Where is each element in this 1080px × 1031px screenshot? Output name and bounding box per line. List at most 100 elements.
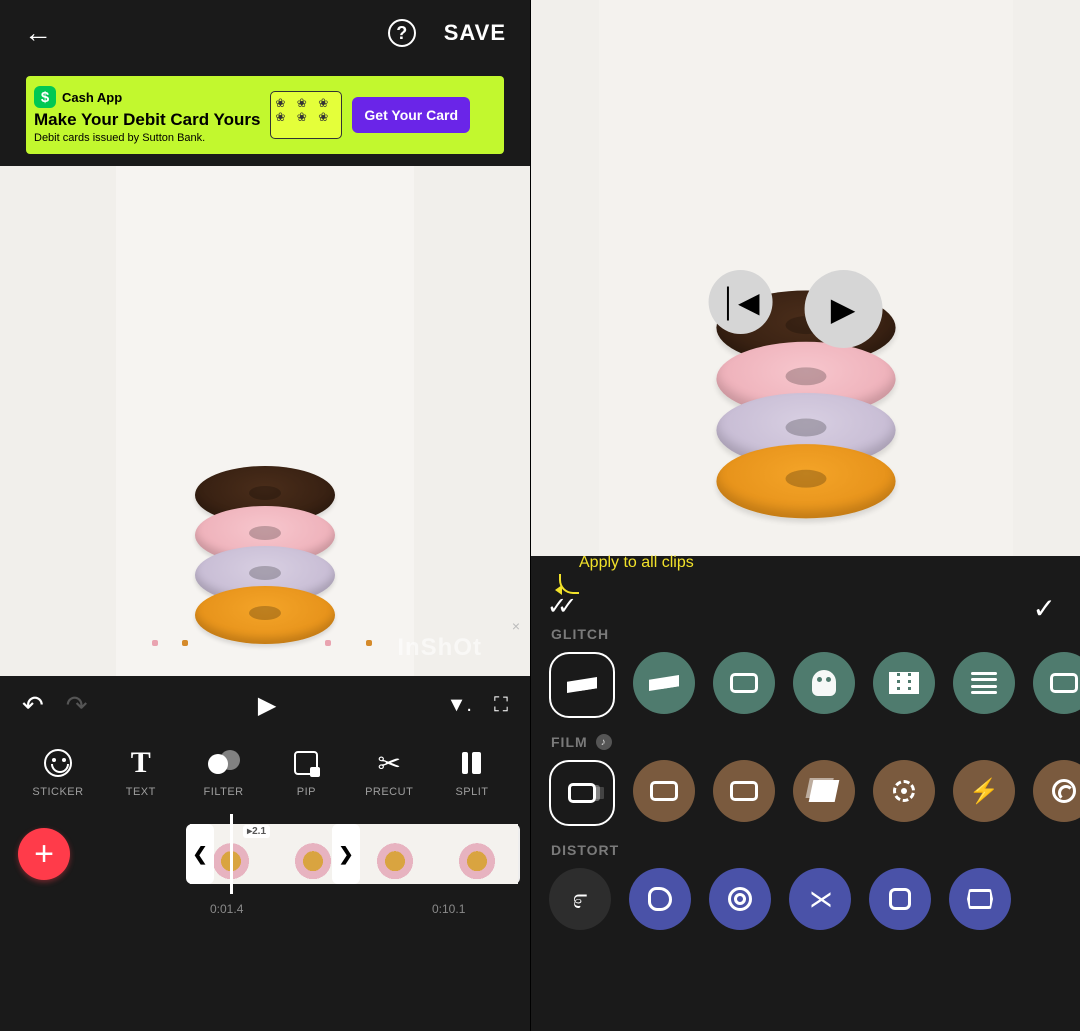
effect-preview[interactable]: │◀ ▶ [531, 0, 1080, 556]
hourglass-icon: Ⅹ [805, 890, 836, 908]
effect-distort-hourglass[interactable]: Ⅹ [789, 868, 851, 930]
ad-brand: $ Cash App [34, 86, 260, 108]
undo-icon[interactable]: ↶ [22, 690, 44, 721]
film-icon [730, 781, 758, 801]
tip-arrow-icon [559, 574, 579, 594]
skip-previous-icon[interactable]: │◀ [708, 270, 772, 334]
glitch-icon [567, 677, 597, 693]
tool-pip[interactable]: PIP [268, 748, 344, 798]
video-preview[interactable]: × InShOt [0, 166, 530, 676]
brick-icon [889, 672, 919, 694]
target-icon [893, 780, 915, 802]
glitch-icon [1050, 673, 1078, 693]
glitch-icon [730, 673, 758, 693]
precut-icon: ✂ [377, 747, 400, 780]
effect-film-frame-3[interactable] [713, 760, 775, 822]
header: ← ? SAVE [0, 0, 530, 66]
ad-subtitle: Debit cards issued by Sutton Bank. [34, 132, 260, 144]
preview-overlay-controls: │◀ ▶ [708, 270, 882, 348]
clip-thumbnail[interactable] [354, 824, 436, 884]
effect-distort-pincushion[interactable] [949, 868, 1011, 930]
effect-glitch-shift[interactable] [633, 652, 695, 714]
effect-distort-lines[interactable] [709, 868, 771, 930]
effect-glitch-ghost[interactable] [793, 652, 855, 714]
tool-split[interactable]: SPLIT [434, 748, 510, 798]
effects-row-distort: ೯ Ⅹ [549, 868, 1062, 936]
lens-icon [1052, 779, 1076, 803]
plus-icon: + [34, 837, 54, 871]
ring-icon [728, 887, 752, 911]
ad-cta-button[interactable]: Get Your Card [352, 97, 470, 133]
blob-icon [648, 887, 672, 911]
preview-controls: ↶ ↷ ▶ ▼. ⛶ [0, 676, 530, 734]
effect-distort-hex[interactable] [869, 868, 931, 930]
clip-thumbnail[interactable] [436, 824, 518, 884]
film-icon [568, 783, 596, 803]
effect-glitch-blur[interactable] [953, 652, 1015, 714]
music-icon: ♪ [596, 734, 612, 750]
help-icon[interactable]: ? [388, 19, 416, 47]
save-button[interactable]: SAVE [444, 20, 506, 46]
category-label-glitch: GLITCH [551, 626, 1062, 642]
effect-distort-swirl[interactable]: ೯ [549, 868, 611, 930]
bolt-icon: ⚡ [969, 777, 999, 806]
tools-row: STICKER T TEXT FILTER PIP ✂ PRECUT SPLIT [0, 734, 530, 804]
apply-all-button[interactable]: ✓✓ [547, 592, 567, 621]
tool-sticker[interactable]: STICKER [20, 748, 96, 798]
timeline[interactable]: + ▸2.1 ❮ ❯ 0:01.4 0:10.1 [0, 804, 530, 1031]
trim-handle-right[interactable]: ❯ [332, 824, 360, 884]
ad-brand-text: Cash App [62, 90, 122, 105]
effects-panel: │◀ ▶ Apply to all clips ✓✓ ✓ GLITCH FILM… [530, 0, 1080, 1031]
keyframe-icon[interactable]: ▼. [447, 694, 472, 717]
timeline-track[interactable]: ▸2.1 ❮ ❯ [190, 824, 520, 884]
trim-handle-left[interactable]: ❮ [186, 824, 214, 884]
pip-icon [294, 751, 318, 775]
effect-glitch-edge[interactable] [1033, 652, 1080, 714]
glitch-icon [649, 675, 679, 691]
tool-precut[interactable]: ✂ PRECUT [351, 748, 427, 798]
effect-film-lens[interactable] [1033, 760, 1080, 822]
effect-glitch-split[interactable] [713, 652, 775, 714]
play-icon[interactable]: ▶ [804, 270, 882, 348]
effect-glitch-noise[interactable] [549, 652, 615, 718]
ad-title: Make Your Debit Card Yours [34, 110, 260, 130]
effect-film-target[interactable] [873, 760, 935, 822]
effect-film-flash[interactable]: ⚡ [953, 760, 1015, 822]
ghost-icon [812, 670, 836, 696]
preview-crumbs [116, 640, 414, 658]
effect-film-pages[interactable] [793, 760, 855, 822]
play-icon[interactable]: ▶ [258, 691, 276, 720]
time-label: 0:10.1 [432, 902, 465, 916]
pages-icon [809, 780, 840, 802]
tool-label: TEXT [126, 786, 156, 798]
hex-icon [889, 888, 911, 910]
add-clip-button[interactable]: + [18, 828, 70, 880]
close-watermark-icon[interactable]: × [512, 618, 520, 634]
ad-card-art [270, 91, 342, 139]
tool-label: SPLIT [455, 786, 488, 798]
effect-glitch-brick[interactable] [873, 652, 935, 714]
effect-distort-blob[interactable] [629, 868, 691, 930]
filter-icon [208, 750, 240, 776]
tool-text[interactable]: T TEXT [103, 748, 179, 798]
tool-filter[interactable]: FILTER [186, 748, 262, 798]
sticker-icon [44, 749, 72, 777]
ad-banner[interactable]: $ Cash App Make Your Debit Card Yours De… [26, 76, 504, 154]
effect-film-frame[interactable] [549, 760, 615, 826]
apply-all-tip: Apply to all clips [579, 554, 694, 572]
playhead[interactable] [230, 814, 233, 894]
confirm-button[interactable]: ✓ [1033, 592, 1056, 625]
tool-label: PRECUT [365, 786, 413, 798]
ad-logo-icon: $ [34, 86, 56, 108]
redo-icon: ↷ [66, 690, 88, 721]
film-icon [650, 781, 678, 801]
time-label: 0:01.4 [210, 902, 243, 916]
effect-film-frame-2[interactable] [633, 760, 695, 822]
tool-label: STICKER [32, 786, 83, 798]
split-icon [462, 752, 481, 774]
watermark-text: InShOt [397, 634, 482, 662]
tip-row: Apply to all clips ✓✓ ✓ [531, 556, 1080, 616]
fullscreen-icon[interactable]: ⛶ [494, 694, 508, 717]
header-actions: ? SAVE [388, 19, 506, 47]
back-icon[interactable]: ← [24, 17, 52, 49]
